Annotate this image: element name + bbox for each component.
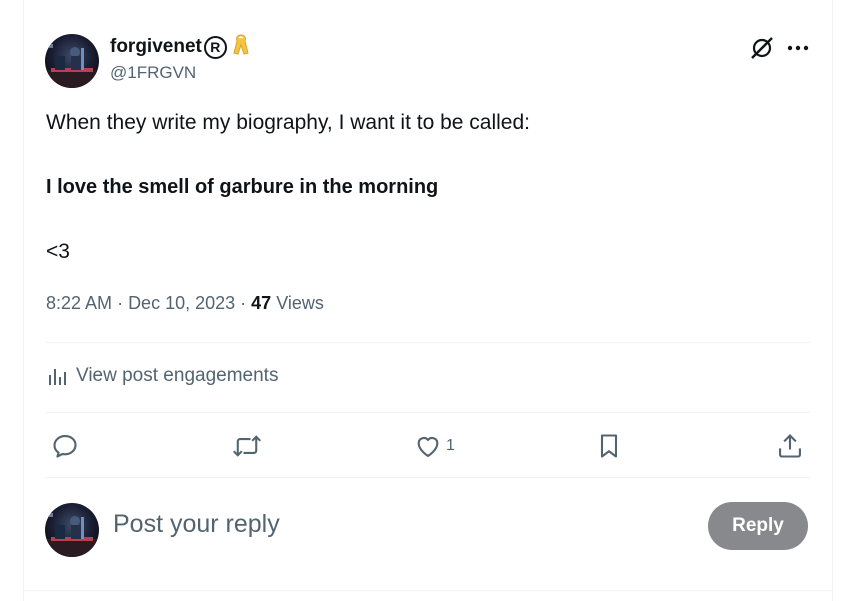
yellow-ribbon-icon <box>232 33 250 62</box>
post-meta: 8:22 AM · Dec 10, 2023 · 47 Views <box>46 293 324 314</box>
repost-icon <box>232 435 262 457</box>
post-text-line: When they write my biography, I want it … <box>46 111 531 134</box>
views-label: Views <box>276 293 324 313</box>
share-icon <box>779 434 801 458</box>
reply-button[interactable] <box>51 428 79 464</box>
author-avatar[interactable] <box>45 34 99 88</box>
meta-separator: · <box>117 293 129 313</box>
author-handle[interactable]: @1FRGVN <box>110 63 196 83</box>
author-name-row[interactable]: forgivenet R <box>110 33 250 62</box>
author-display-name[interactable]: forgivenet <box>110 36 202 58</box>
heart-icon <box>417 436 439 457</box>
current-user-avatar[interactable] <box>45 503 99 557</box>
like-count: 1 <box>446 437 455 454</box>
repost-button[interactable] <box>232 428 262 464</box>
more-options-icon[interactable] <box>783 33 813 63</box>
view-engagements-link[interactable]: View post engagements <box>46 365 278 387</box>
view-engagements-label: View post engagements <box>76 365 279 386</box>
post-date[interactable]: Dec 10, 2023 <box>128 293 235 313</box>
divider <box>45 477 810 478</box>
post-time[interactable]: 8:22 AM <box>46 293 112 313</box>
post-top-actions <box>747 33 813 63</box>
post-text-line: <3 <box>46 240 70 263</box>
views-count: 47 <box>251 293 272 313</box>
divider <box>45 342 810 343</box>
share-button[interactable] <box>776 428 804 464</box>
bottom-divider <box>23 590 833 591</box>
grok-icon[interactable] <box>747 33 777 63</box>
like-button[interactable]: 1 <box>414 428 455 464</box>
meta-separator: · <box>240 293 252 313</box>
bookmark-icon <box>600 434 618 458</box>
reply-icon <box>53 435 77 458</box>
post-text-bold-line: I love the smell of garbure in the morni… <box>46 176 439 198</box>
reply-submit-button[interactable]: Reply <box>708 502 808 550</box>
divider <box>45 412 810 413</box>
bookmark-button[interactable] <box>595 428 623 464</box>
registered-mark-icon: R <box>203 35 227 59</box>
reply-input[interactable]: Post your reply <box>113 510 280 539</box>
analytics-icon <box>49 369 66 385</box>
